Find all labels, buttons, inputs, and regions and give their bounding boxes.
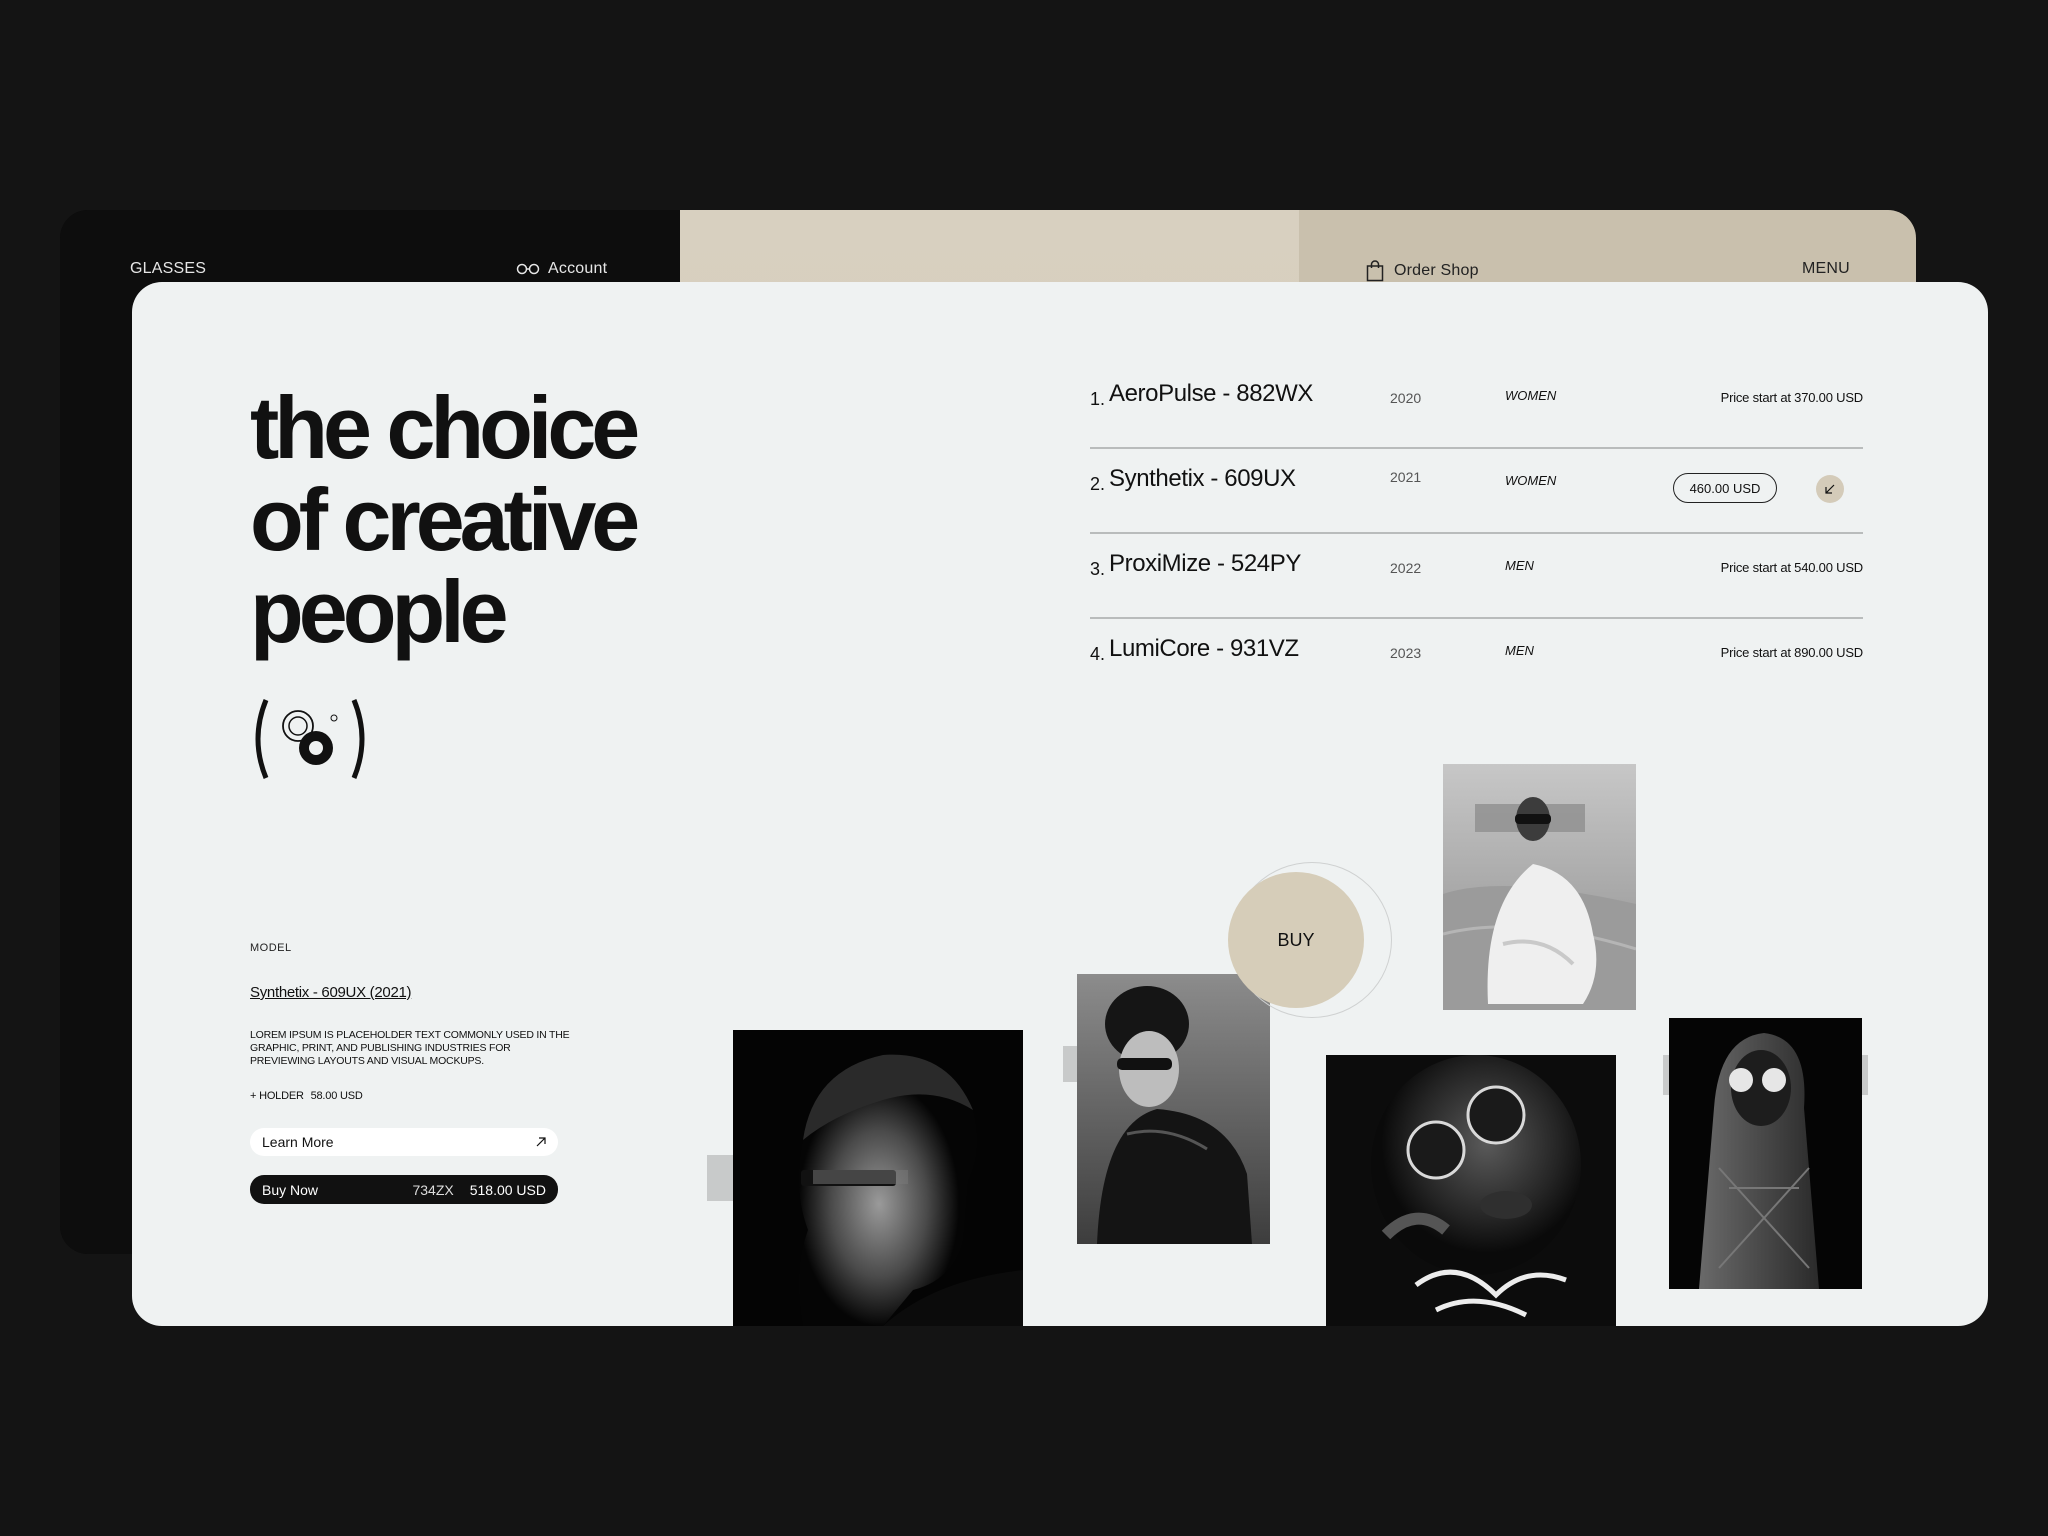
nav-brand[interactable]: GLASSES (130, 260, 206, 278)
hero-line: people (250, 562, 509, 661)
product-row-selected[interactable]: 2. Synthetix - 609UX 2021 WOMEN 460.00 U… (1090, 449, 1863, 534)
buy-now-code: 734ZX (412, 1181, 454, 1198)
hero-line: the choice (250, 378, 640, 477)
product-year: 2021 (1390, 469, 1422, 485)
product-list: 1. AeroPulse - 882WX 2020 WOMEN Price st… (1090, 364, 1863, 704)
product-gender: WOMEN (1505, 473, 1557, 488)
buy-circle-button[interactable]: BUY (1228, 872, 1364, 1008)
product-name: ProxiMize - 524PY (1109, 550, 1301, 577)
product-gender: MEN (1505, 558, 1534, 573)
product-name: LumiCore - 931VZ (1109, 635, 1299, 662)
product-gender: MEN (1505, 643, 1534, 658)
nav-menu[interactable]: MENU (1802, 260, 1850, 278)
product-year: 2020 (1390, 390, 1422, 406)
product-row[interactable]: 1. AeroPulse - 882WX 2020 WOMEN Price st… (1090, 364, 1863, 449)
select-product-button[interactable] (1816, 475, 1844, 503)
holder-addon: + HOLDER 58.00 USD (250, 1090, 570, 1102)
arrow-up-right-icon (536, 1137, 546, 1147)
product-number: 3. (1090, 559, 1106, 579)
decorative-tag (707, 1155, 735, 1201)
nav-order-shop[interactable]: Order Shop (1366, 260, 1479, 282)
hero-line: of creative (250, 470, 640, 569)
portrait-image (1669, 1018, 1862, 1289)
logo-icon (255, 699, 365, 779)
product-name: Synthetix - 609UX (1109, 465, 1296, 492)
learn-more-button[interactable]: Learn More (250, 1128, 558, 1156)
hero-headline: the choice of creative people (250, 382, 770, 658)
product-year: 2023 (1390, 645, 1422, 661)
model-photo-blonde[interactable] (1669, 1018, 1862, 1289)
portrait-image (733, 1030, 1023, 1326)
portrait-image (1443, 764, 1636, 1010)
model-info: MODEL Synthetix - 609UX (2021) LOREM IPS… (250, 942, 570, 1102)
nav-account[interactable]: Account (516, 260, 607, 278)
model-photo-curly-hair[interactable] (1077, 974, 1270, 1244)
buy-now-button[interactable]: Buy Now 734ZX 518.00 USD (250, 1175, 558, 1204)
model-name-link[interactable]: Synthetix - 609UX (2021) (250, 984, 570, 1001)
model-photo-round-sunglasses[interactable] (1326, 1055, 1616, 1326)
product-row[interactable]: 3. ProxiMize - 524PY 2022 MEN Price star… (1090, 534, 1863, 619)
product-number: 1. (1090, 389, 1106, 409)
model-photo-desert[interactable] (1443, 764, 1636, 1010)
price-pill[interactable]: 460.00 USD (1673, 473, 1777, 503)
portrait-image (1077, 974, 1270, 1244)
glasses-icon (516, 263, 540, 275)
buy-now-label: Buy Now (262, 1181, 319, 1198)
product-price: Price start at 890.00 USD (1720, 645, 1864, 660)
nav-order-shop-label: Order Shop (1394, 262, 1479, 279)
product-row[interactable]: 4. LumiCore - 931VZ 2023 MEN Price start… (1090, 619, 1863, 704)
product-number: 2. (1090, 474, 1106, 494)
holder-label: + HOLDER (250, 1090, 304, 1102)
product-name: AeroPulse - 882WX (1109, 380, 1313, 407)
product-gender: WOMEN (1505, 388, 1557, 403)
model-description: LOREM IPSUM IS PLACEHOLDER TEXT COMMONLY… (250, 1029, 570, 1067)
learn-more-label: Learn More (262, 1134, 334, 1150)
product-price: Price start at 370.00 USD (1720, 390, 1864, 405)
model-label: MODEL (250, 942, 292, 954)
product-price: Price start at 540.00 USD (1720, 560, 1864, 575)
nav-account-label: Account (548, 260, 608, 277)
main-card: the choice of creative people MODEL Synt… (132, 282, 1988, 1326)
shopping-bag-icon (1366, 260, 1384, 282)
holder-price: 58.00 USD (310, 1090, 363, 1102)
model-photo-man-profile[interactable] (733, 1030, 1023, 1326)
portrait-image (1326, 1055, 1616, 1326)
arrow-down-left-icon (1825, 484, 1835, 494)
buy-now-price: 518.00 USD (469, 1181, 546, 1198)
product-number: 4. (1090, 644, 1106, 664)
product-year: 2022 (1390, 560, 1422, 576)
